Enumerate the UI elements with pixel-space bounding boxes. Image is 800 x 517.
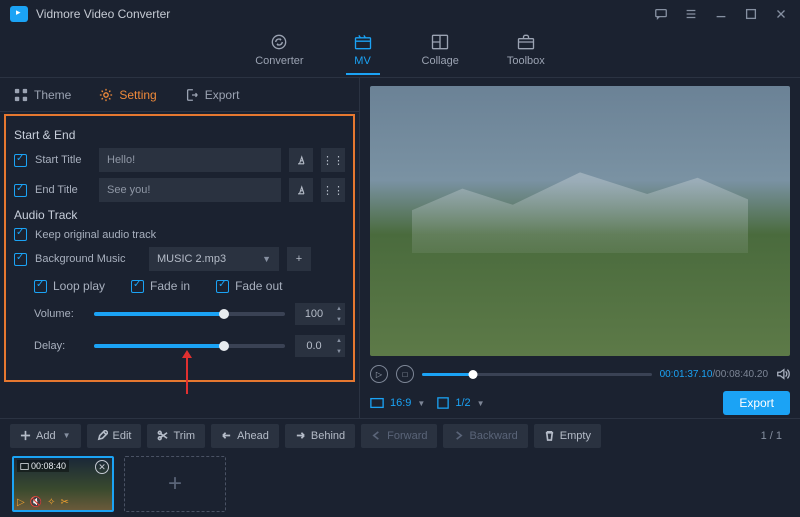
forward-button[interactable]: Forward (361, 424, 437, 448)
chevron-down-icon: ▼ (262, 254, 271, 264)
slider-delay[interactable] (94, 344, 285, 348)
font-button-start[interactable] (289, 148, 313, 172)
add-clip-button[interactable]: + (124, 456, 226, 512)
nav-collage[interactable]: Collage (422, 32, 459, 73)
timecode: 00:01:37.10/00:08:40.20 (660, 369, 768, 380)
nav-converter[interactable]: Converter (255, 32, 303, 73)
trim-button[interactable]: Trim (147, 424, 205, 448)
top-nav: Converter MV Collage Toolbox (0, 28, 800, 78)
volume-icon[interactable] (776, 367, 790, 381)
checkbox-fade-in[interactable] (131, 280, 144, 293)
settings-highlighted-area: Start & End Start Title ⋮⋮ End Title ⋮⋮ … (4, 114, 355, 382)
preview-panel: ▷ □ 00:01:37.10/00:08:40.20 16:9▼ 1/2▼ E… (360, 78, 800, 418)
timeline-clip[interactable]: 00:08:40 ✕ ▷ 🔇 ✧ ✂ (12, 456, 114, 512)
tab-export[interactable]: Export (171, 78, 254, 111)
page-indicator: 1 / 1 (761, 430, 790, 442)
nav-mv[interactable]: MV (352, 32, 374, 73)
clip-mute-icon[interactable]: 🔇 (30, 497, 42, 508)
slider-volume[interactable] (94, 312, 285, 316)
menu-icon[interactable] (682, 5, 700, 23)
font-button-end[interactable] (289, 178, 313, 202)
play-button[interactable]: ▷ (370, 365, 388, 383)
label-keep-original: Keep original audio track (35, 229, 156, 241)
input-end-title[interactable] (99, 178, 281, 202)
tab-theme[interactable]: Theme (0, 78, 85, 111)
feedback-icon[interactable] (652, 5, 670, 23)
maximize-icon[interactable] (742, 5, 760, 23)
chevron-down-icon: ▼ (63, 431, 71, 440)
title-bar: Vidmore Video Converter (0, 0, 800, 28)
select-bg-music[interactable]: MUSIC 2.mp3▼ (149, 247, 279, 271)
aspect-dropdown[interactable]: 16:9▼ (370, 397, 425, 409)
label-delay: Delay: (34, 340, 84, 352)
label-volume: Volume: (34, 308, 84, 320)
nav-toolbox[interactable]: Toolbox (507, 32, 545, 73)
scale-dropdown[interactable]: 1/2▼ (437, 397, 484, 409)
clip-play-icon[interactable]: ▷ (17, 497, 25, 508)
checkbox-end-title[interactable] (14, 184, 27, 197)
input-start-title[interactable] (99, 148, 281, 172)
delay-spinner[interactable]: 0.0▲▼ (295, 335, 345, 357)
checkbox-fade-out[interactable] (216, 280, 229, 293)
clip-remove-icon[interactable]: ✕ (95, 460, 109, 474)
annotation-arrow-icon (186, 356, 188, 394)
edit-button[interactable]: Edit (87, 424, 142, 448)
left-panel: Theme Setting Export Start & End Start T… (0, 78, 360, 418)
clip-duration: 00:08:40 (17, 460, 69, 472)
minimize-icon[interactable] (712, 5, 730, 23)
app-title: Vidmore Video Converter (36, 7, 170, 21)
grid-button-end[interactable]: ⋮⋮ (321, 178, 345, 202)
section-start-end: Start & End (14, 128, 345, 142)
checkbox-keep-original[interactable] (14, 228, 27, 241)
stop-button[interactable]: □ (396, 365, 414, 383)
action-bar: Add▼ Edit Trim Ahead Behind Forward Back… (0, 418, 800, 452)
video-preview[interactable] (370, 86, 790, 356)
export-button[interactable]: Export (723, 391, 790, 415)
volume-spinner[interactable]: 100▲▼ (295, 303, 345, 325)
chevron-down-icon: ▼ (417, 399, 425, 408)
timeline: 00:08:40 ✕ ▷ 🔇 ✧ ✂ + (0, 452, 800, 516)
clip-trim-icon[interactable]: ✂ (61, 497, 69, 508)
grid-button-start[interactable]: ⋮⋮ (321, 148, 345, 172)
app-logo-icon (10, 6, 28, 22)
clip-edit-icon[interactable]: ✧ (47, 497, 55, 508)
tab-setting[interactable]: Setting (85, 78, 170, 111)
close-icon[interactable] (772, 5, 790, 23)
chevron-down-icon: ▼ (477, 399, 485, 408)
label-start-title: Start Title (35, 154, 91, 166)
clip-tools: ▷ 🔇 ✧ ✂ (17, 497, 69, 508)
empty-button[interactable]: Empty (534, 424, 601, 448)
section-audio: Audio Track (14, 208, 345, 222)
checkbox-loop[interactable] (34, 280, 47, 293)
label-end-title: End Title (35, 184, 91, 196)
add-music-button[interactable]: + (287, 247, 311, 271)
label-bg-music: Background Music (35, 253, 141, 265)
checkbox-bg-music[interactable] (14, 253, 27, 266)
add-button[interactable]: Add▼ (10, 424, 81, 448)
ahead-button[interactable]: Ahead (211, 424, 279, 448)
checkbox-start-title[interactable] (14, 154, 27, 167)
backward-button[interactable]: Backward (443, 424, 527, 448)
behind-button[interactable]: Behind (285, 424, 355, 448)
progress-bar[interactable] (422, 373, 652, 376)
